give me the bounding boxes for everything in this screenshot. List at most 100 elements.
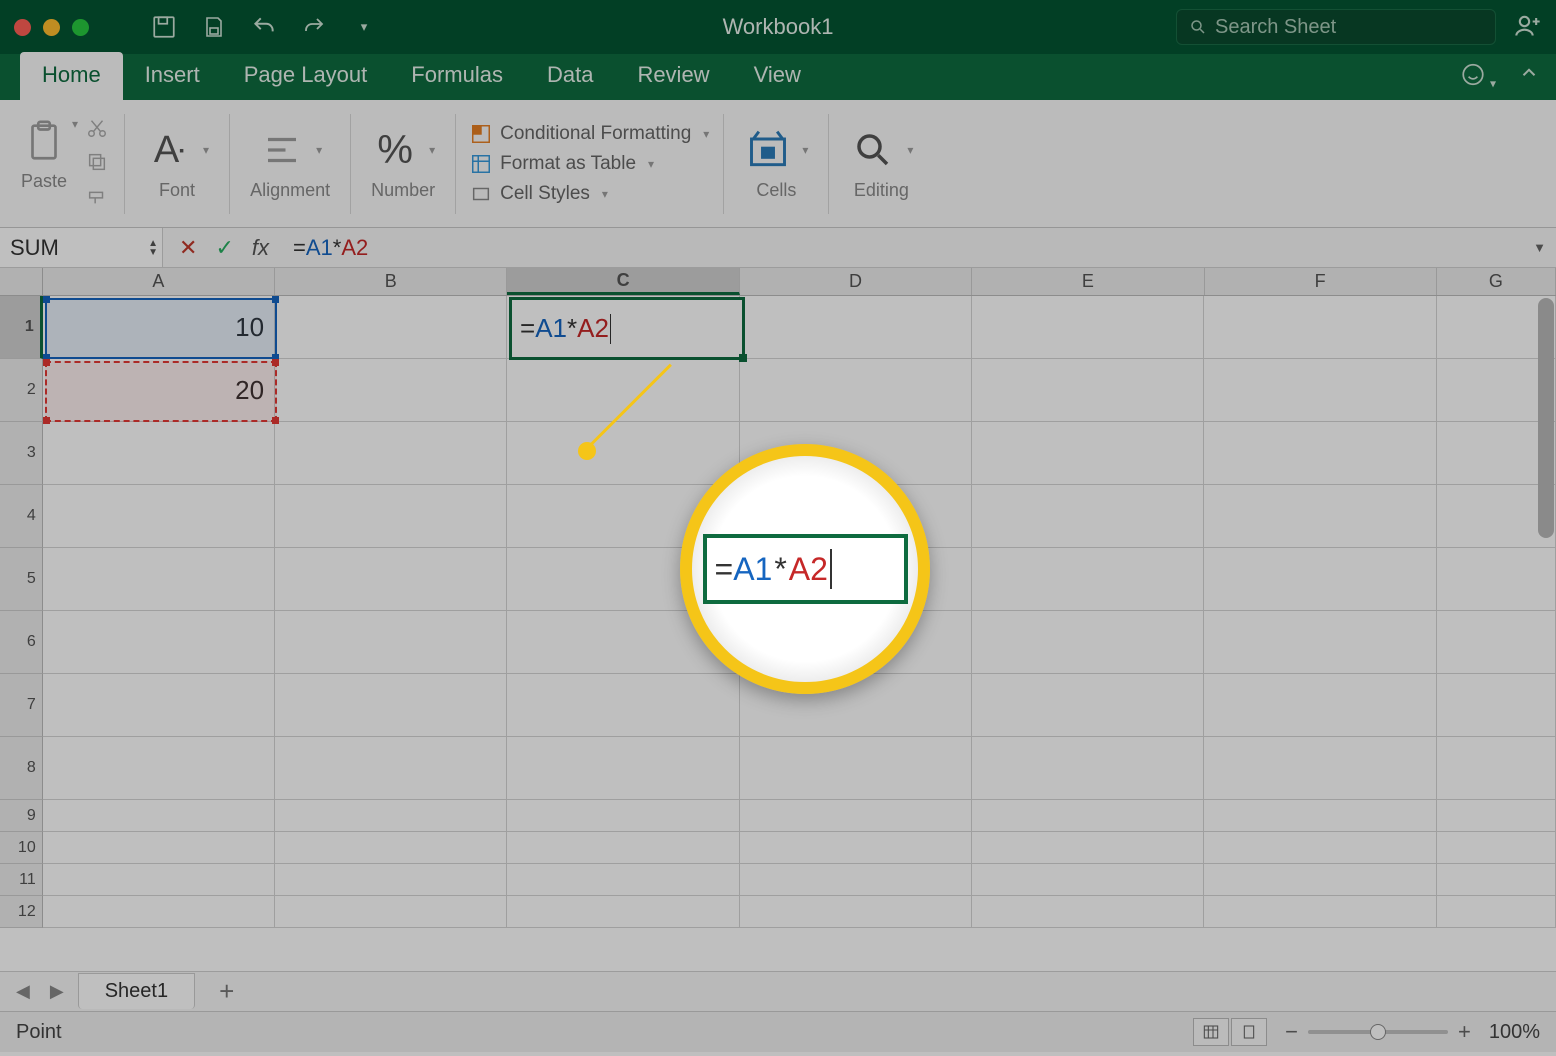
cell[interactable] (1204, 737, 1436, 800)
cell-d2[interactable] (740, 359, 972, 422)
zoom-in-button[interactable]: + (1458, 1019, 1471, 1045)
cell[interactable] (1437, 864, 1556, 896)
row-header-4[interactable]: 4 (0, 485, 43, 548)
col-header-b[interactable]: B (275, 268, 507, 295)
row-header-12[interactable]: 12 (0, 896, 43, 928)
formula-input[interactable]: =A1*A2 ▼ (285, 235, 1556, 261)
row-header-6[interactable]: 6 (0, 611, 43, 674)
col-header-g[interactable]: G (1437, 268, 1556, 295)
tab-data[interactable]: Data (525, 52, 615, 100)
cell[interactable] (507, 896, 739, 928)
cancel-formula-button[interactable]: ✕ (179, 235, 197, 261)
cells-dropdown-icon[interactable]: ▾ (802, 143, 808, 157)
cut-icon[interactable] (86, 117, 112, 143)
cell-a2[interactable]: 20 (43, 359, 275, 422)
tab-page-layout[interactable]: Page Layout (222, 52, 390, 100)
format-as-table-button[interactable]: Format as Table ▾ (470, 153, 709, 175)
cell[interactable] (275, 611, 507, 674)
cell-styles-button[interactable]: Cell Styles ▾ (470, 183, 709, 205)
row-header-1[interactable]: 1 (0, 296, 43, 359)
tab-formulas[interactable]: Formulas (389, 52, 525, 100)
editing-find-icon[interactable] (849, 126, 897, 174)
collapse-ribbon-icon[interactable] (1518, 62, 1540, 93)
fx-label[interactable]: fx (252, 235, 269, 261)
row-header-5[interactable]: 5 (0, 548, 43, 611)
search-sheet-box[interactable] (1176, 9, 1496, 45)
cell[interactable] (1204, 485, 1436, 548)
select-all-corner[interactable] (0, 268, 43, 295)
cell[interactable] (43, 832, 275, 864)
fill-handle[interactable] (739, 354, 747, 362)
row-header-2[interactable]: 2 (0, 359, 43, 422)
cell[interactable] (1204, 611, 1436, 674)
cell[interactable] (507, 832, 739, 864)
cell[interactable] (1437, 737, 1556, 800)
sheet-nav-prev-icon[interactable]: ◀ (10, 981, 36, 1002)
cell-f2[interactable] (1204, 359, 1436, 422)
cell[interactable] (43, 864, 275, 896)
zoom-slider-track[interactable] (1308, 1030, 1448, 1034)
cell-e1[interactable] (972, 296, 1204, 359)
cell[interactable] (972, 548, 1204, 611)
format-table-dropdown-icon[interactable]: ▾ (648, 157, 654, 171)
cell[interactable] (972, 896, 1204, 928)
cell[interactable] (275, 674, 507, 737)
zoom-slider[interactable]: − + (1285, 1019, 1471, 1045)
cell[interactable] (1437, 832, 1556, 864)
paste-icon[interactable] (20, 117, 68, 165)
row-header-3[interactable]: 3 (0, 422, 43, 485)
cell[interactable] (972, 864, 1204, 896)
name-box[interactable]: SUM ▲▼ (0, 228, 163, 267)
cell-b2[interactable] (275, 359, 507, 422)
sheet-nav-next-icon[interactable]: ▶ (44, 981, 70, 1002)
number-dropdown-icon[interactable]: ▾ (429, 143, 435, 157)
alignment-dropdown-icon[interactable]: ▾ (316, 143, 322, 157)
cell[interactable] (43, 800, 275, 832)
zoom-out-button[interactable]: − (1285, 1019, 1298, 1045)
percent-icon[interactable]: % (371, 126, 419, 174)
row-header-8[interactable]: 8 (0, 737, 43, 800)
cell[interactable] (1204, 548, 1436, 611)
cell[interactable] (1437, 800, 1556, 832)
close-window-button[interactable] (14, 19, 31, 36)
cell[interactable] (1437, 674, 1556, 737)
share-icon[interactable] (1514, 11, 1542, 44)
cell[interactable] (275, 896, 507, 928)
cell[interactable] (740, 864, 972, 896)
cell[interactable] (1204, 864, 1436, 896)
col-header-f[interactable]: F (1205, 268, 1437, 295)
cell[interactable] (43, 485, 275, 548)
formula-expand-icon[interactable]: ▼ (1533, 240, 1546, 255)
cell[interactable] (740, 832, 972, 864)
cell[interactable] (972, 674, 1204, 737)
cell[interactable] (1204, 896, 1436, 928)
cell[interactable] (275, 832, 507, 864)
save-icon[interactable] (149, 12, 179, 42)
cell[interactable] (740, 737, 972, 800)
cells-icon[interactable] (744, 126, 792, 174)
cell[interactable] (43, 737, 275, 800)
redo-icon[interactable] (299, 12, 329, 42)
cell-a1[interactable]: 10 (43, 296, 275, 359)
cell[interactable] (275, 422, 507, 485)
cell[interactable] (275, 864, 507, 896)
cell[interactable] (740, 800, 972, 832)
cell[interactable] (972, 485, 1204, 548)
add-sheet-button[interactable]: + (203, 976, 250, 1007)
zoom-percent[interactable]: 100% (1489, 1021, 1540, 1044)
format-painter-icon[interactable] (86, 185, 112, 211)
undo-icon[interactable] (249, 12, 279, 42)
cell-b1[interactable] (275, 296, 507, 359)
cell[interactable] (507, 864, 739, 896)
cell[interactable] (972, 611, 1204, 674)
sheet-tab-active[interactable]: Sheet1 (78, 973, 195, 1009)
cell-e2[interactable] (972, 359, 1204, 422)
cell[interactable] (972, 800, 1204, 832)
cell[interactable] (972, 422, 1204, 485)
cell[interactable] (275, 485, 507, 548)
editing-cell-c1[interactable]: =A1*A2 (509, 297, 745, 360)
cell[interactable] (275, 737, 507, 800)
cell[interactable] (972, 832, 1204, 864)
tab-review[interactable]: Review (615, 52, 731, 100)
search-input[interactable] (1215, 16, 1483, 39)
